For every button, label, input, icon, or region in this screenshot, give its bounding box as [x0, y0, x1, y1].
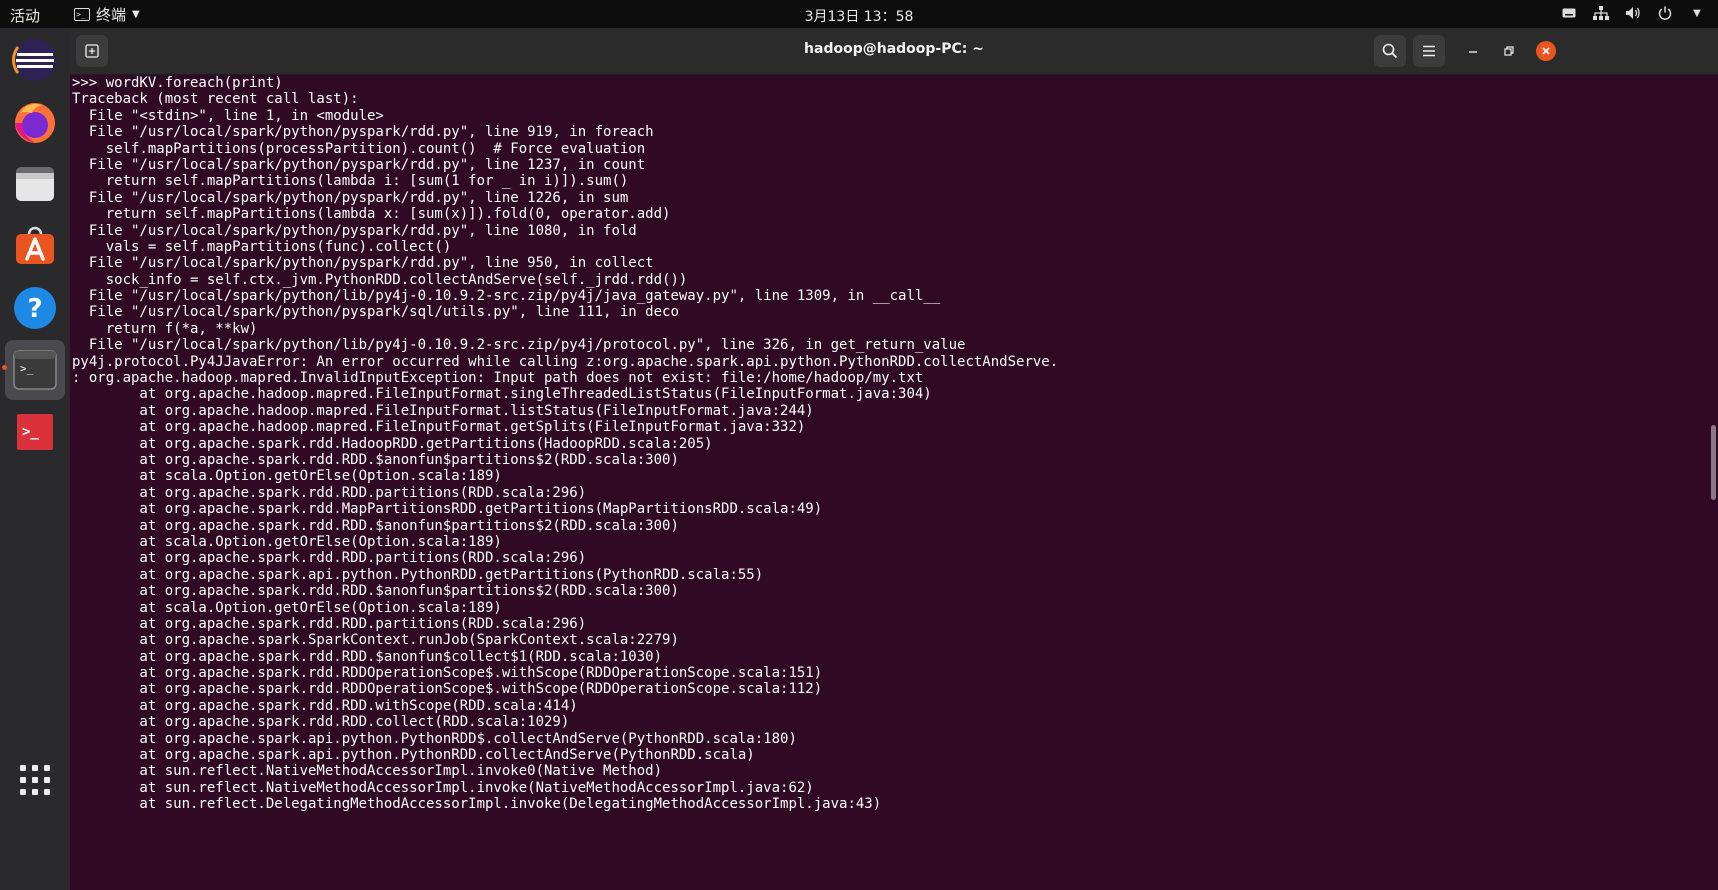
- terminal-line: File "/usr/local/spark/python/pyspark/rd…: [72, 255, 654, 272]
- terminal-line: at org.apache.spark.rdd.RDD.withScope(RD…: [72, 697, 578, 714]
- dock-item-help[interactable]: ?: [5, 278, 65, 338]
- terminal-line: at org.apache.spark.rdd.RDD.collect(RDD.…: [72, 714, 570, 731]
- terminal-line: return f(*a, **kw): [72, 320, 258, 337]
- dock-item-files[interactable]: [5, 154, 65, 214]
- terminal-line: at org.apache.spark.api.python.PythonRDD…: [72, 566, 764, 583]
- menu-button[interactable]: [1413, 35, 1445, 67]
- chevron-down-icon[interactable]: ▼: [1688, 4, 1706, 22]
- terminal-icon: >_: [13, 350, 57, 390]
- new-tab-button[interactable]: [76, 35, 108, 67]
- minimize-button[interactable]: [1463, 41, 1483, 61]
- svg-text:>_: >_: [22, 424, 39, 440]
- eclipse-icon: [12, 39, 56, 81]
- terminal-line: at org.apache.spark.rdd.MapPartitionsRDD…: [72, 501, 823, 518]
- help-icon: ?: [14, 287, 56, 329]
- terminal-line: at scala.Option.getOrElse(Option.scala:1…: [72, 468, 502, 485]
- firefox-icon: [15, 103, 55, 143]
- terminal-line: File "<stdin>", line 1, in <module>: [72, 107, 384, 124]
- terminal-line: at scala.Option.getOrElse(Option.scala:1…: [72, 599, 502, 616]
- terminal-line: at org.apache.spark.rdd.RDD.$anonfun$col…: [72, 648, 663, 665]
- network-icon[interactable]: [1592, 4, 1610, 22]
- dock-item-firefox[interactable]: [5, 92, 65, 152]
- terminal-line: at org.apache.spark.api.python.PythonRDD…: [72, 747, 755, 764]
- terminal-line: py4j.protocol.Py4JJavaError: An error oc…: [72, 353, 1059, 370]
- terminal-line: at org.apache.hadoop.mapred.FileInputFor…: [72, 386, 932, 403]
- power-icon[interactable]: [1656, 4, 1674, 22]
- terminal-line: : org.apache.hadoop.mapred.InvalidInputE…: [72, 370, 924, 387]
- terminal-line: File "/usr/local/spark/python/lib/py4j-0…: [72, 288, 941, 305]
- terminal-line: File "/usr/local/spark/python/pyspark/sq…: [72, 304, 679, 321]
- app-menu[interactable]: >_ 终端 ▼: [74, 4, 140, 25]
- chevron-down-icon: ▼: [132, 9, 140, 20]
- terminal-line: File "/usr/local/spark/python/pyspark/rd…: [72, 124, 654, 141]
- system-tray[interactable]: ▼: [1560, 4, 1706, 22]
- terminal-line: at org.apache.spark.rdd.RDD.partitions(R…: [72, 615, 587, 632]
- terminal-line: at org.apache.spark.rdd.RDD.partitions(R…: [72, 484, 587, 501]
- terminal-window: hadoop@hadoop-PC: ~ >>> wordKV.foreach(p…: [70, 28, 1718, 890]
- terminal-line: at scala.Option.getOrElse(Option.scala:1…: [72, 533, 502, 550]
- dock-item-remote[interactable]: >_: [5, 402, 65, 462]
- remote-terminal-icon: >_: [17, 414, 53, 450]
- terminal-line: at org.apache.spark.rdd.RDD.$anonfun$par…: [72, 517, 679, 534]
- terminal-line: Traceback (most recent call last):: [72, 91, 359, 108]
- svg-text:?: ?: [27, 294, 42, 324]
- dock-item-terminal[interactable]: >_: [5, 340, 65, 400]
- svg-text:>_: >_: [20, 362, 34, 375]
- dock-item-software[interactable]: [5, 216, 65, 276]
- terminal-line: return self.mapPartitions(lambda x: [sum…: [72, 206, 671, 223]
- top-bar: 活动 >_ 终端 ▼ 3月13日 13：58 ▼: [0, 0, 1718, 28]
- terminal-line: at org.apache.spark.rdd.RDD.$anonfun$par…: [72, 583, 679, 600]
- terminal-line: File "/usr/local/spark/python/pyspark/rd…: [72, 156, 646, 173]
- terminal-line: at org.apache.spark.rdd.RDDOperationScop…: [72, 681, 823, 698]
- new-tab-icon: [85, 44, 99, 58]
- scrollbar[interactable]: [1708, 75, 1718, 890]
- dock-item-eclipse[interactable]: [5, 30, 65, 90]
- volume-icon[interactable]: [1624, 4, 1642, 22]
- clock-container: 3月13日 13：58: [0, 6, 1718, 26]
- show-apps-button[interactable]: [5, 750, 65, 810]
- search-icon: [1382, 43, 1398, 59]
- terminal-line: sock_info = self.ctx._jvm.PythonRDD.coll…: [72, 271, 688, 288]
- grid-icon: [20, 765, 50, 795]
- restore-icon: [1504, 46, 1514, 56]
- terminal-line: at org.apache.spark.api.python.PythonRDD…: [72, 730, 797, 747]
- clock[interactable]: 3月13日 13：58: [805, 9, 914, 25]
- terminal-line: File "/usr/local/spark/python/lib/py4j-0…: [72, 337, 966, 354]
- dock: ? >_ >_: [0, 28, 70, 890]
- maximize-button[interactable]: [1499, 41, 1519, 61]
- terminal-output[interactable]: >>> wordKV.foreach(print) Traceback (most…: [70, 75, 1712, 890]
- terminal-line: File "/usr/local/spark/python/pyspark/rd…: [72, 222, 637, 239]
- close-icon: [1542, 47, 1550, 55]
- terminal-line: >>> wordKV.foreach(print): [72, 75, 283, 91]
- terminal-icon: >_: [74, 8, 90, 21]
- terminal-line: at sun.reflect.DelegatingMethodAccessorI…: [72, 796, 882, 813]
- terminal-line: vals = self.mapPartitions(func).collect(…: [72, 238, 452, 255]
- minimize-icon: [1469, 51, 1477, 53]
- terminal-line: return self.mapPartitions(lambda i: [sum…: [72, 173, 629, 190]
- keyboard-icon[interactable]: [1560, 4, 1578, 22]
- software-icon: [16, 226, 54, 264]
- scrollbar-thumb[interactable]: [1711, 425, 1716, 500]
- terminal-line: at org.apache.hadoop.mapred.FileInputFor…: [72, 419, 806, 436]
- terminal-line: at org.apache.spark.rdd.HadoopRDD.getPar…: [72, 435, 713, 452]
- hamburger-icon: [1423, 45, 1435, 57]
- terminal-line: at org.apache.spark.rdd.RDD.partitions(R…: [72, 550, 587, 567]
- search-button[interactable]: [1374, 35, 1406, 67]
- header-bar[interactable]: hadoop@hadoop-PC: ~: [70, 28, 1718, 75]
- terminal-line: at org.apache.spark.SparkContext.runJob(…: [72, 632, 679, 649]
- terminal-line: self.mapPartitions(processPartition).cou…: [72, 140, 646, 157]
- terminal-line: at org.apache.hadoop.mapred.FileInputFor…: [72, 402, 814, 419]
- terminal-line: at org.apache.spark.rdd.RDDOperationScop…: [72, 665, 823, 682]
- app-menu-label: 终端: [96, 6, 127, 24]
- files-icon: [16, 167, 54, 201]
- activities-button[interactable]: 活动: [10, 5, 40, 26]
- terminal-line: at sun.reflect.NativeMethodAccessorImpl.…: [72, 779, 814, 796]
- close-button[interactable]: [1536, 41, 1556, 61]
- running-indicator: [2, 365, 7, 370]
- terminal-line: at org.apache.spark.rdd.RDD.$anonfun$par…: [72, 451, 679, 468]
- terminal-line: File "/usr/local/spark/python/pyspark/rd…: [72, 189, 629, 206]
- terminal-line: at sun.reflect.NativeMethodAccessorImpl.…: [72, 763, 663, 780]
